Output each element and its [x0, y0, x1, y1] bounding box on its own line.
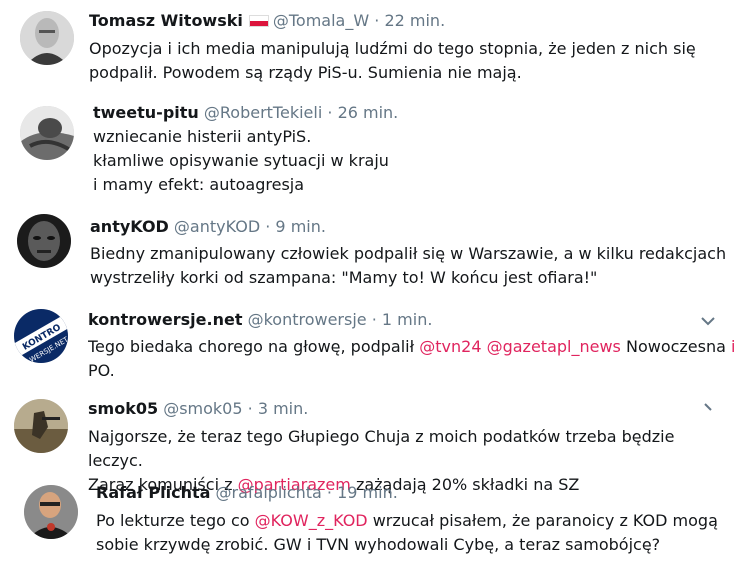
tweet-text: wzniecanie histerii antyPiS. kłamliwe op…: [93, 125, 389, 197]
tweet-text: Biedny zmanipulowany człowiek podpalił s…: [90, 242, 726, 290]
avatar[interactable]: [14, 399, 68, 453]
avatar[interactable]: [20, 106, 74, 160]
tweet-tweetu-pitu: tweetu-pitu @RobertTekieli · 26 min. wzn…: [0, 95, 734, 203]
chevron-down-icon[interactable]: [700, 312, 716, 331]
tweet-text: Tego biedaka chorego na głowę, podpalił …: [88, 335, 734, 383]
separator: ·: [247, 399, 253, 418]
poland-flag-icon: [248, 15, 269, 27]
text-segment: Po lekturze tego co: [96, 511, 255, 530]
separator: ·: [265, 217, 271, 236]
author-name[interactable]: Tomasz Witowski: [89, 11, 243, 30]
separator: ·: [326, 483, 333, 502]
author-name[interactable]: Rafał Plichta: [96, 483, 210, 502]
tweet-line: i mamy efekt: autoagresja: [93, 175, 305, 194]
tweet-line: wzniecanie histerii antyPiS.: [93, 127, 312, 146]
separator: ·: [374, 11, 380, 30]
avatar[interactable]: [24, 485, 78, 539]
tweet-line: PO.: [88, 361, 115, 380]
tweet-line: podpalił. Powodem są rządy PiS-u. Sumien…: [89, 63, 522, 82]
author-handle[interactable]: @antyKOD: [174, 217, 260, 236]
author-handle[interactable]: @kontrowersje: [248, 310, 367, 329]
tweet-tomasz-witowski: Tomasz Witowski @Tomala_W · 22 min. Opozy…: [0, 0, 734, 95]
tweet-antykod: antyKOD @antyKOD · 9 min. Biedny zmanipu…: [0, 203, 734, 298]
tweet-line: Opozycja i ich media manipulują ludźmi d…: [89, 39, 696, 58]
separator: ·: [371, 310, 377, 329]
tweet-text: Po lekturze tego co @KOW_z_KOD wrzucał p…: [96, 509, 718, 557]
author-handle[interactable]: @RobertTekieli: [204, 103, 322, 122]
text-segment: Nowoczesna: [620, 337, 732, 356]
tweet-line: kłamliwe opisywanie sytuacji w kraju: [93, 151, 389, 170]
author-name[interactable]: tweetu-pitu: [93, 103, 199, 122]
tweet-line: Po lekturze tego co @KOW_z_KOD wrzucał p…: [96, 509, 718, 533]
tweet-line: sobie krzywdę zrobić. GW i TVN wyhodowal…: [96, 535, 661, 554]
author-name[interactable]: antyKOD: [90, 217, 169, 236]
tweet-smok05: smok05 @smok05 · 3 min. Najgorsze, że te…: [0, 391, 734, 494]
author-name[interactable]: kontrowersje.net: [88, 310, 242, 329]
tweet-kontrowersje: KONTRO WERSJE.NET kontrowersje.net @kont…: [0, 298, 734, 391]
tweet-line: wystrzeliły korki od szampana: "Mamy to!…: [90, 268, 598, 287]
text-segment: wrzucał pisałem, że paranoicy z KOD mogą: [367, 511, 718, 530]
tweet-text: Opozycja i ich media manipulują ludźmi d…: [89, 37, 696, 85]
timestamp[interactable]: 26 min.: [338, 103, 399, 122]
timestamp[interactable]: 9 min.: [275, 217, 326, 236]
timestamp[interactable]: 22 min.: [384, 11, 445, 30]
author-handle[interactable]: @Tomala_W: [273, 11, 369, 30]
tweet-line: Biedny zmanipulowany człowiek podpalił s…: [90, 244, 727, 263]
timestamp[interactable]: 19 min.: [337, 483, 398, 502]
author-name[interactable]: smok05: [88, 399, 158, 418]
text-segment: Tego biedaka chorego na głowę, podpalił: [88, 337, 420, 356]
mention-link[interactable]: @KOW_z_KOD: [255, 511, 368, 530]
chevron-down-icon[interactable]: [700, 397, 716, 416]
mention-link[interactable]: @tvn24: [419, 337, 481, 356]
tweet-rafal-plichta: Rafał Plichta @rafalplichta · 19 min. Po…: [0, 477, 734, 566]
timestamp[interactable]: 3 min.: [258, 399, 309, 418]
timestamp[interactable]: 1 min.: [382, 310, 433, 329]
tweet-line: Najgorsze, że teraz tego Głupiego Chuja …: [88, 427, 675, 470]
avatar[interactable]: [20, 11, 74, 65]
separator: ·: [327, 103, 333, 122]
avatar[interactable]: KONTRO WERSJE.NET: [14, 309, 68, 363]
author-handle[interactable]: @smok05: [163, 399, 242, 418]
tweet-line: Tego biedaka chorego na głowę, podpalił …: [88, 335, 734, 359]
avatar[interactable]: [17, 214, 71, 268]
author-handle[interactable]: @rafalplichta: [216, 483, 322, 502]
mention-link[interactable]: @gazetapl_news: [487, 337, 621, 356]
